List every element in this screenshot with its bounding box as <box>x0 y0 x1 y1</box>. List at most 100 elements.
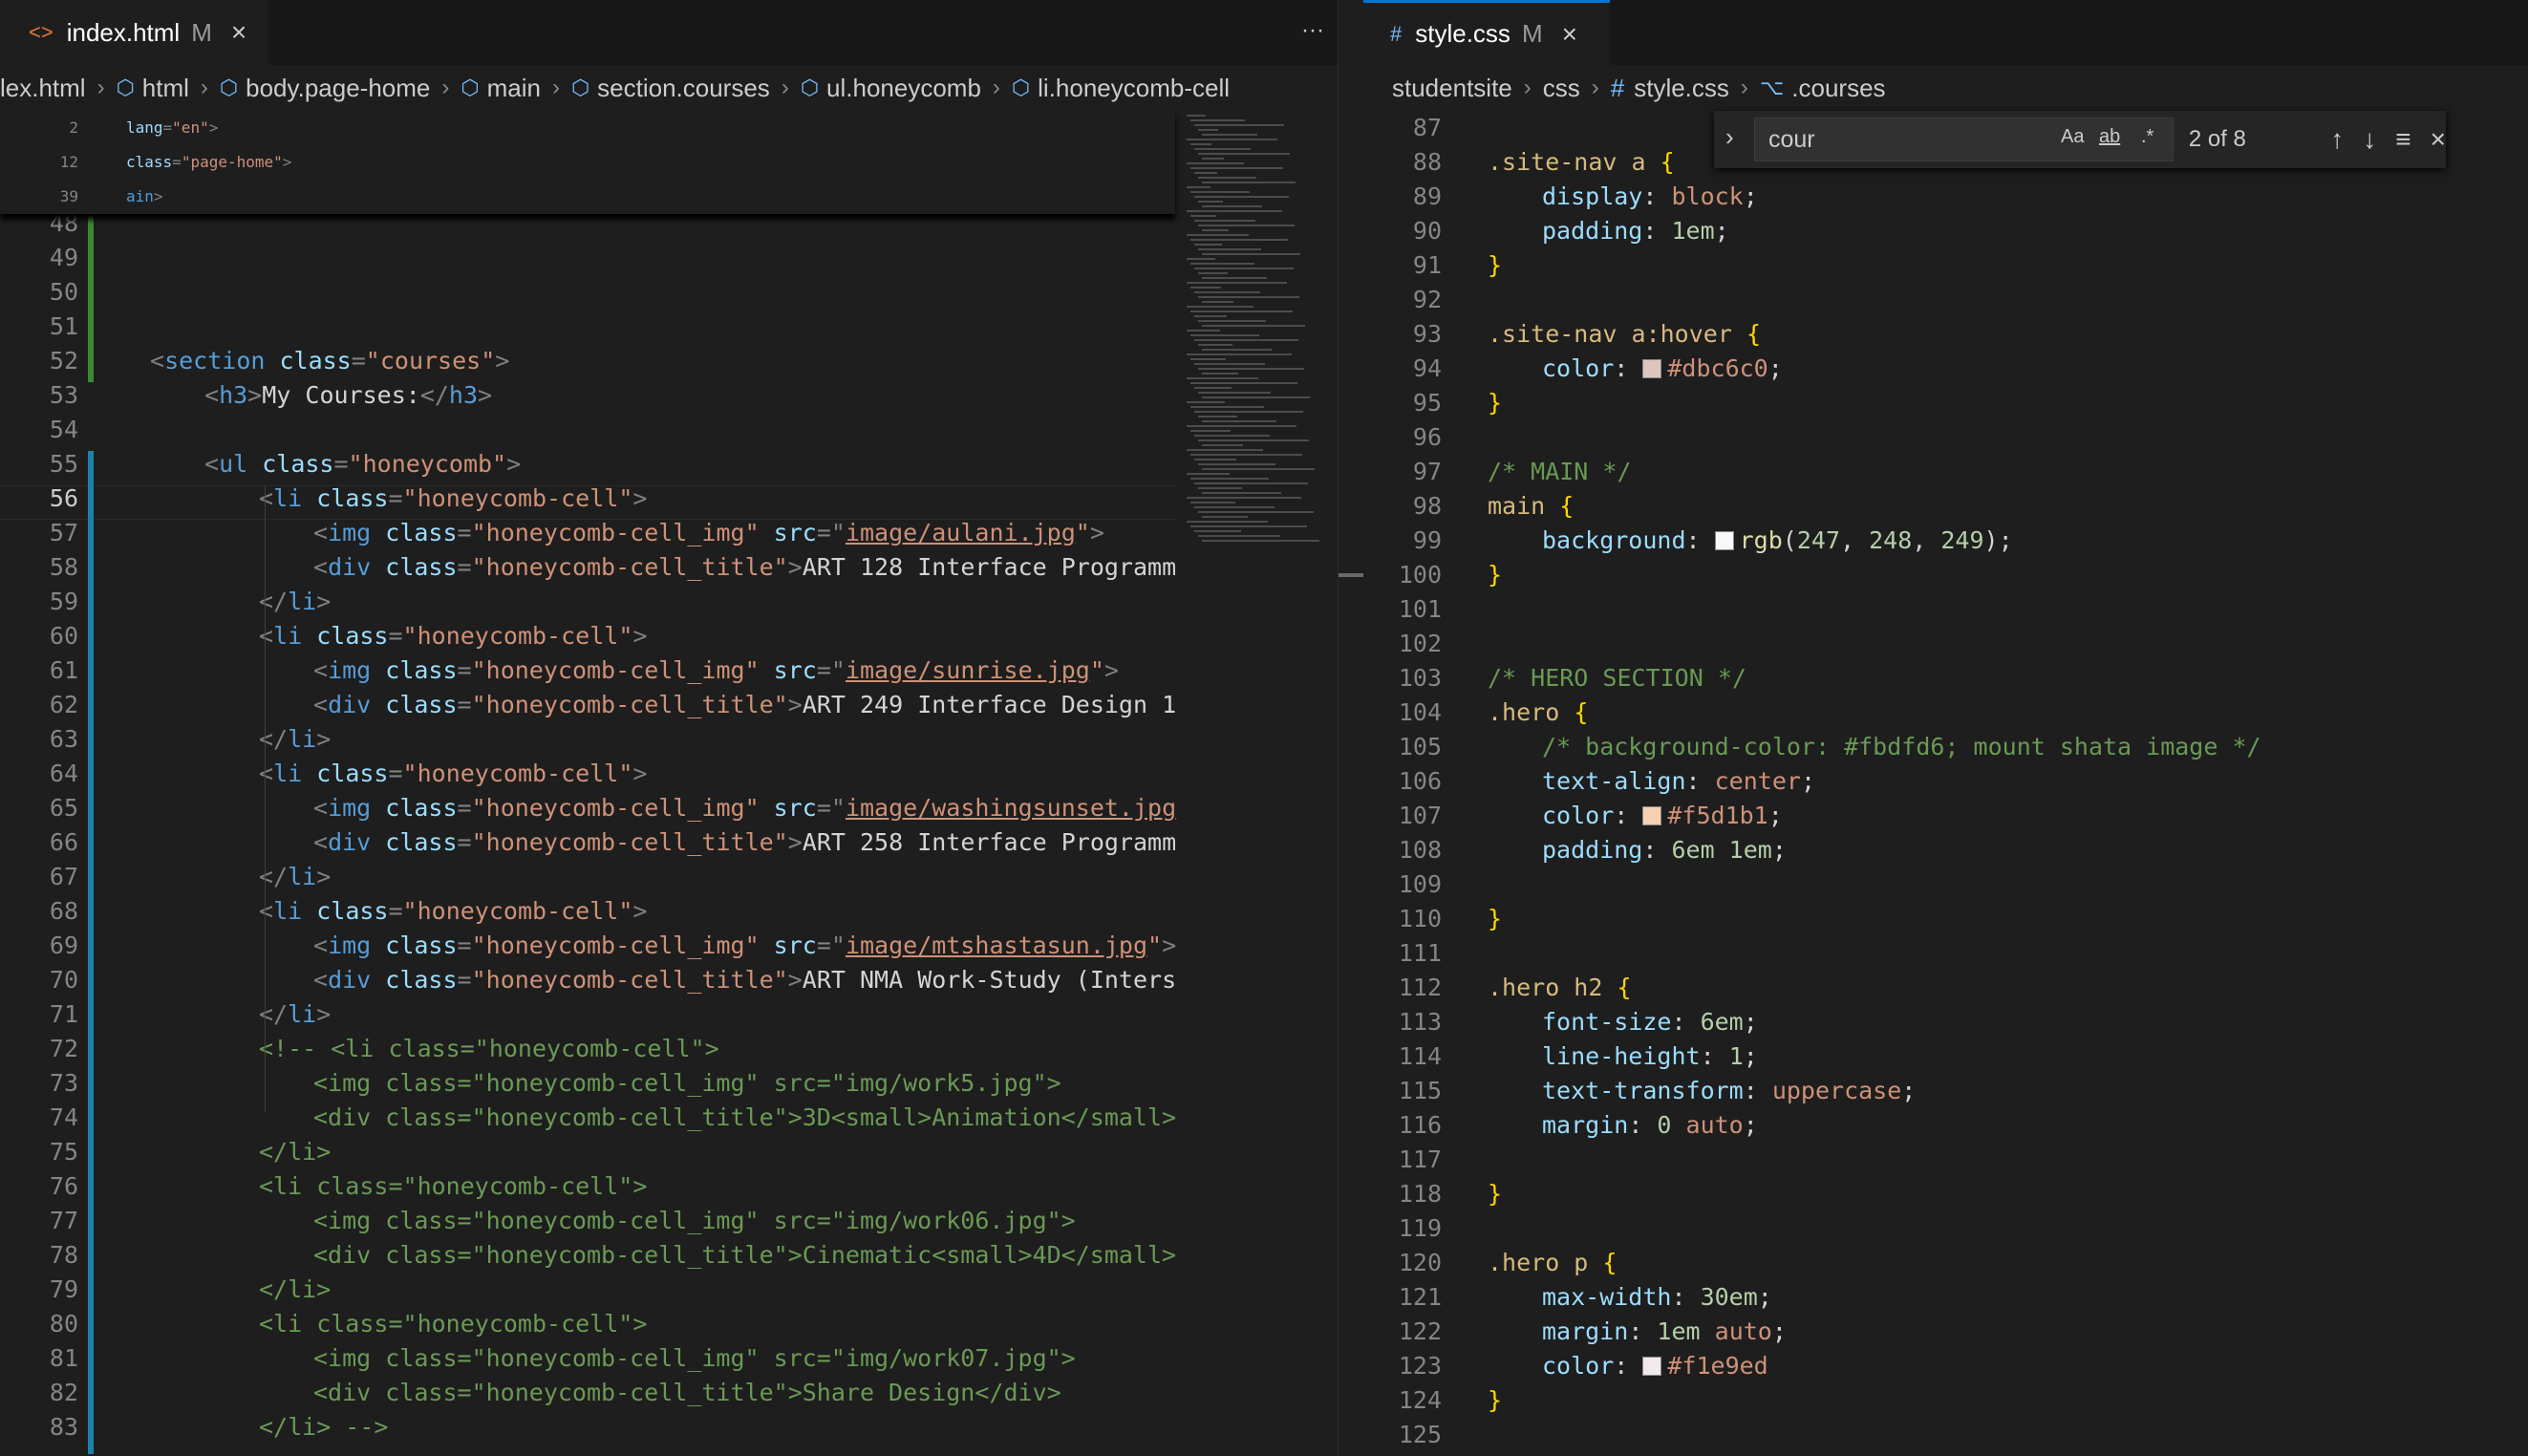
more-actions-icon[interactable]: ··· <box>1301 17 1324 44</box>
code-line[interactable]: 82 <div class="honeycomb-cell_title">Shar… <box>0 1376 1338 1410</box>
code-line[interactable]: 106 text-align: center; <box>1363 764 2528 799</box>
code-line[interactable]: 65 <img class="honeycomb-cell_img" src="i… <box>0 791 1338 825</box>
code-line[interactable]: 115 text-transform: uppercase; <box>1363 1074 2528 1108</box>
gutter-change-marker[interactable] <box>88 451 94 1454</box>
code-line[interactable]: 67 </li> <box>0 860 1338 894</box>
tab-index-html[interactable]: <> index.html M × <box>0 0 268 65</box>
use-regex-icon[interactable]: .* <box>2141 126 2153 148</box>
code-line[interactable]: 83 </li> --> <box>0 1410 1338 1445</box>
code-line[interactable]: 68 <li class="honeycomb-cell"> <box>0 894 1338 929</box>
close-tab-icon[interactable]: × <box>1562 19 1577 50</box>
gutter-change-marker[interactable] <box>88 210 94 348</box>
code-line[interactable]: 120 .hero p { <box>1363 1246 2528 1280</box>
code-line[interactable]: 78 <div class="honeycomb-cell_title">Cine… <box>0 1238 1338 1273</box>
code-line[interactable]: 74 <div class="honeycomb-cell_title">3D<s… <box>0 1101 1338 1135</box>
code-line[interactable]: 121 max-width: 30em; <box>1363 1280 2528 1315</box>
code-line[interactable]: 64 <li class="honeycomb-cell"> <box>0 757 1338 791</box>
breadcrumb-item[interactable]: ⬡ main › <box>461 74 571 103</box>
code-line[interactable]: 76 <li class="honeycomb-cell"> <box>0 1169 1338 1204</box>
code-line[interactable]: 99 background: rgb(247, 248, 249); <box>1363 524 2528 558</box>
code-line[interactable]: 116 margin: 0 auto; <box>1363 1108 2528 1143</box>
code-line[interactable]: 108 padding: 6em 1em; <box>1363 833 2528 867</box>
code-line[interactable]: 118} <box>1363 1177 2528 1211</box>
code-line[interactable]: 98 main { <box>1363 489 2528 524</box>
code-line[interactable]: 96 <box>1363 420 2528 455</box>
color-swatch[interactable] <box>1714 531 1734 550</box>
breadcrumb-item[interactable]: ⬡ body.page-home › <box>220 74 461 103</box>
code-line[interactable]: 100} <box>1363 558 2528 592</box>
code-line[interactable]: 55 <ul class="honeycomb"> <box>0 447 1338 482</box>
tab-style-css[interactable]: # style.css M × <box>1363 0 1610 65</box>
next-match-icon[interactable]: ↓ <box>2363 124 2376 155</box>
breadcrumb-item[interactable]: studentsite › <box>1392 74 1543 103</box>
code-editor-html[interactable]: 48 49 50 51 52 <section class="courses"> 53 <h3… <box>0 111 1338 1456</box>
code-line[interactable]: 57 <img class="honeycomb-cell_img" src="i… <box>0 516 1338 550</box>
code-line[interactable]: 50 <box>0 275 1338 310</box>
breadcrumb-item[interactable]: lex.html › <box>0 74 117 103</box>
previous-match-icon[interactable]: ↑ <box>2330 124 2344 155</box>
breadcrumb-item[interactable]: ⬡ section.courses › <box>571 74 801 103</box>
code-line[interactable]: 109 <box>1363 867 2528 902</box>
code-line[interactable]: 56 <li class="honeycomb-cell"> <box>0 482 1338 516</box>
code-line[interactable]: 91} <box>1363 248 2528 283</box>
code-line[interactable]: 102 <box>1363 627 2528 661</box>
code-line[interactable]: 49 <box>0 241 1338 275</box>
code-line[interactable]: 113 font-size: 6em; <box>1363 1005 2528 1039</box>
code-line[interactable]: 105 /* background-color: #fbdfd6; mount s… <box>1363 730 2528 764</box>
code-line[interactable]: 111 <box>1363 936 2528 971</box>
breadcrumb-item[interactable]: ⌥ .courses <box>1760 74 1886 103</box>
breadcrumb-item[interactable]: ⬡ ul.honeycomb › <box>801 74 1012 103</box>
code-editor-css[interactable]: 87 88 .site-nav a {89 display: block; 90 padd… <box>1363 111 2528 1456</box>
code-line[interactable]: 117 <box>1363 1143 2528 1177</box>
breadcrumb-item[interactable]: ⬡ html › <box>117 74 220 103</box>
code-line[interactable]: 72 <!-- <li class="honeycomb-cell"> <box>0 1032 1338 1066</box>
match-case-icon[interactable]: Aa <box>2061 126 2084 148</box>
close-find-icon[interactable]: × <box>2431 124 2446 155</box>
code-line[interactable]: 125 <box>1363 1418 2528 1452</box>
code-line[interactable]: 80 <li class="honeycomb-cell"> <box>0 1307 1338 1341</box>
toggle-replace-icon[interactable]: › <box>1725 122 1734 152</box>
code-line[interactable]: 93 .site-nav a:hover { <box>1363 317 2528 352</box>
code-line[interactable]: 75 </li> <box>0 1135 1338 1169</box>
code-line[interactable]: 119 <box>1363 1211 2528 1246</box>
code-line[interactable]: 59 </li> <box>0 585 1338 619</box>
code-line[interactable]: 66 <div class="honeycomb-cell_title">ART … <box>0 825 1338 860</box>
code-line[interactable]: 73 <img class="honeycomb-cell_img" src="i… <box>0 1066 1338 1101</box>
code-line[interactable]: 79 </li> <box>0 1273 1338 1307</box>
code-line[interactable]: 53 <h3>My Courses:</h3> <box>0 378 1338 413</box>
code-line[interactable]: 77 <img class="honeycomb-cell_img" src="i… <box>0 1204 1338 1238</box>
code-line[interactable]: 52 <section class="courses"> <box>0 344 1338 378</box>
sticky-line[interactable]: 12 class="page-home"> <box>0 145 1175 180</box>
code-line[interactable]: 97 /* MAIN */ <box>1363 455 2528 489</box>
code-line[interactable]: 104 .hero { <box>1363 696 2528 730</box>
code-line[interactable]: 54 <box>0 413 1338 447</box>
breadcrumb-item[interactable]: ⬡ li.honeycomb-cell <box>1012 74 1230 103</box>
close-tab-icon[interactable]: × <box>231 17 246 48</box>
sticky-line[interactable]: 39 ain> <box>0 180 1175 214</box>
code-line[interactable]: 123 color: #f1e9ed <box>1363 1349 2528 1383</box>
code-line[interactable]: 107 color: #f5d1b1; <box>1363 799 2528 833</box>
code-line[interactable]: 62 <div class="honeycomb-cell_title">ART … <box>0 688 1338 722</box>
color-swatch[interactable] <box>1642 806 1662 825</box>
code-line[interactable]: 51 <box>0 310 1338 344</box>
breadcrumb-item[interactable]: css › <box>1543 74 1611 103</box>
code-line[interactable]: 112 .hero h2 { <box>1363 971 2528 1005</box>
find-input-box[interactable]: Aa ab .* <box>1754 118 2174 161</box>
color-swatch[interactable] <box>1642 1357 1662 1376</box>
code-line[interactable]: 103 /* HERO SECTION */ <box>1363 661 2528 696</box>
code-line[interactable]: 101 <box>1363 592 2528 627</box>
sticky-scroll[interactable]: 2 lang="en"> 12 class="page-home"> 39 ain> <box>0 111 1175 214</box>
code-line[interactable]: 92 <box>1363 283 2528 317</box>
code-line[interactable]: 124} <box>1363 1383 2528 1418</box>
code-line[interactable]: 94 color: #dbc6c0; <box>1363 352 2528 386</box>
code-line[interactable]: 58 <div class="honeycomb-cell_title">ART … <box>0 550 1338 585</box>
code-line[interactable]: 60 <li class="honeycomb-cell"> <box>0 619 1338 653</box>
code-line[interactable]: 90 padding: 1em; <box>1363 214 2528 248</box>
code-line[interactable]: 122 margin: 1em auto; <box>1363 1315 2528 1349</box>
find-input[interactable] <box>1767 124 2019 155</box>
code-line[interactable]: 89 display: block; <box>1363 180 2528 214</box>
code-line[interactable]: 81 <img class="honeycomb-cell_img" src="i… <box>0 1341 1338 1376</box>
breadcrumb-item[interactable]: # style.css › <box>1611 74 1760 103</box>
code-line[interactable]: 95} <box>1363 386 2528 420</box>
match-whole-word-icon[interactable]: ab <box>2099 126 2120 148</box>
